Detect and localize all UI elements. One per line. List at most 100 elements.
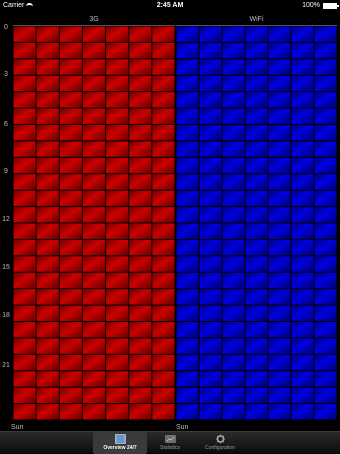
grid-cell[interactable] [245, 387, 268, 404]
grid-cell[interactable] [82, 108, 106, 124]
grid-cell[interactable] [245, 305, 268, 321]
grid-cell[interactable] [222, 256, 245, 272]
grid-cell[interactable] [268, 387, 291, 404]
grid-cell[interactable] [106, 272, 129, 289]
grid-cell[interactable] [199, 223, 222, 239]
grid-cell[interactable] [13, 305, 36, 321]
grid-cell[interactable] [291, 42, 314, 59]
grid-cell[interactable] [13, 239, 36, 256]
grid-cell[interactable] [199, 190, 222, 207]
grid-cell[interactable] [152, 26, 175, 42]
grid-cell[interactable] [36, 108, 59, 124]
grid-cell[interactable] [245, 190, 268, 207]
grid-cell[interactable] [82, 322, 106, 338]
grid-cell[interactable] [106, 289, 129, 305]
grid-cell[interactable] [222, 207, 245, 223]
grid-cell[interactable] [152, 92, 175, 108]
grid-cell[interactable] [314, 289, 337, 305]
grid-cell[interactable] [199, 108, 222, 124]
grid-cell[interactable] [291, 125, 314, 141]
grid-cell[interactable] [152, 174, 175, 190]
grid-cell[interactable] [152, 354, 175, 371]
grid-cell[interactable] [129, 239, 152, 256]
grid-cell[interactable] [82, 371, 106, 387]
grid-cell[interactable] [36, 305, 59, 321]
grid-cell[interactable] [13, 125, 36, 141]
grid-cell[interactable] [199, 141, 222, 157]
grid-cell[interactable] [59, 108, 82, 124]
grid-cell[interactable] [36, 289, 59, 305]
grid-cell[interactable] [268, 75, 291, 92]
grid-cell[interactable] [291, 354, 314, 371]
grid-cell[interactable] [82, 338, 106, 354]
grid-cell[interactable] [176, 92, 199, 108]
grid-cell[interactable] [199, 59, 222, 75]
grid-cell[interactable] [36, 26, 59, 42]
grid-cell[interactable] [106, 190, 129, 207]
grid-cell[interactable] [106, 92, 129, 108]
grid-cell[interactable] [199, 26, 222, 42]
grid-cell[interactable] [129, 59, 152, 75]
grid-cell[interactable] [82, 59, 106, 75]
grid-cell[interactable] [36, 354, 59, 371]
grid-cell[interactable] [176, 272, 199, 289]
grid-cell[interactable] [291, 108, 314, 124]
grid-cell[interactable] [129, 125, 152, 141]
grid-cell[interactable] [291, 272, 314, 289]
grid-cell[interactable] [314, 239, 337, 256]
grid-cell[interactable] [314, 108, 337, 124]
grid-cell[interactable] [314, 59, 337, 75]
grid-cell[interactable] [152, 75, 175, 92]
grid-cell[interactable] [129, 371, 152, 387]
grid-cell[interactable] [176, 59, 199, 75]
grid-cell[interactable] [129, 190, 152, 207]
grid-cell[interactable] [268, 26, 291, 42]
grid-cell[interactable] [199, 289, 222, 305]
grid-cell[interactable] [291, 289, 314, 305]
grid-cell[interactable] [314, 190, 337, 207]
grid-cell[interactable] [268, 141, 291, 157]
grid-cell[interactable] [106, 223, 129, 239]
grid-cell[interactable] [222, 322, 245, 338]
grid-cell[interactable] [59, 371, 82, 387]
grid-cell[interactable] [129, 223, 152, 239]
grid-cell[interactable] [176, 305, 199, 321]
grid-cell[interactable] [36, 59, 59, 75]
grid-cell[interactable] [59, 75, 82, 92]
grid-cell[interactable] [199, 42, 222, 59]
grid-cell[interactable] [222, 42, 245, 59]
grid-cell[interactable] [106, 371, 129, 387]
grid-cell[interactable] [245, 26, 268, 42]
grid-cell[interactable] [129, 354, 152, 371]
grid-cell[interactable] [176, 125, 199, 141]
grid-cell[interactable] [291, 26, 314, 42]
grid-cell[interactable] [245, 223, 268, 239]
grid-cell[interactable] [13, 371, 36, 387]
grid-cell[interactable] [36, 92, 59, 108]
grid-cell[interactable] [268, 322, 291, 338]
grid-cell[interactable] [106, 387, 129, 404]
grid-cell[interactable] [82, 26, 106, 42]
grid-cell[interactable] [36, 387, 59, 404]
grid-cell[interactable] [13, 92, 36, 108]
grid-cell[interactable] [129, 322, 152, 338]
grid-cell[interactable] [222, 75, 245, 92]
grid-cell[interactable] [129, 108, 152, 124]
grid-cell[interactable] [152, 207, 175, 223]
grid-cell[interactable] [314, 125, 337, 141]
grid-cell[interactable] [291, 223, 314, 239]
grid-cell[interactable] [291, 256, 314, 272]
grid-cell[interactable] [152, 256, 175, 272]
grid-cell[interactable] [59, 190, 82, 207]
grid-cell[interactable] [291, 305, 314, 321]
grid-cell[interactable] [36, 125, 59, 141]
grid-cell[interactable] [291, 190, 314, 207]
grid-cell[interactable] [222, 141, 245, 157]
grid-cell[interactable] [199, 207, 222, 223]
grid-cell[interactable] [106, 256, 129, 272]
grid-cell[interactable] [245, 157, 268, 174]
grid-cell[interactable] [199, 338, 222, 354]
grid-cell[interactable] [152, 125, 175, 141]
grid-cell[interactable] [106, 207, 129, 223]
grid-cell[interactable] [36, 190, 59, 207]
